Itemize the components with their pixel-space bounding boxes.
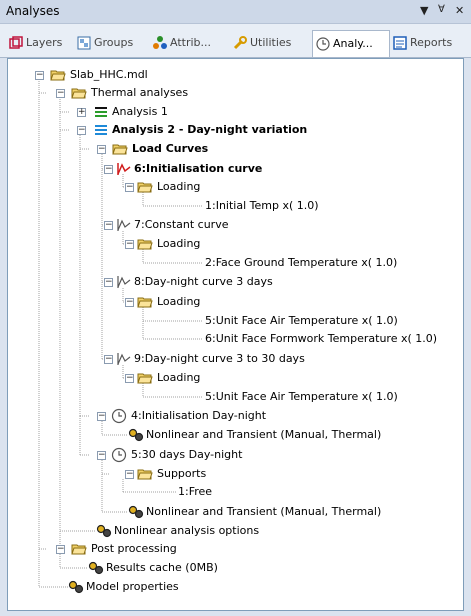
tab-reports-label: Reports	[410, 36, 453, 49]
tab-attributes[interactable]: Attrib...	[150, 32, 230, 54]
collapse-toggle-icon[interactable]: −	[77, 126, 86, 135]
tree-label-loading: Loading	[157, 295, 201, 308]
groups-icon	[77, 36, 91, 50]
collapse-toggle-icon[interactable]: −	[125, 298, 134, 307]
tree-label-nonlinear-options: Nonlinear analysis options	[114, 524, 260, 537]
tree-label-analysis-2: Analysis 2 - Day-night variation	[112, 123, 308, 136]
folder-open-icon	[137, 373, 153, 384]
collapse-toggle-icon[interactable]: −	[125, 470, 134, 479]
curve-icon	[117, 219, 131, 231]
tab-reports[interactable]: Reports	[390, 32, 466, 54]
clock-icon	[111, 447, 127, 463]
folder-open-icon	[71, 544, 87, 555]
tree-label-initial-temp: 1:Initial Temp x( 1.0)	[205, 199, 319, 212]
layers-icon	[9, 36, 23, 49]
tab-analyses-label: Analy...	[333, 37, 373, 50]
gears-icon	[128, 505, 144, 519]
tree-label-loading: Loading	[157, 180, 201, 193]
tree-label-loading: Loading	[157, 371, 201, 384]
utilities-icon	[233, 36, 247, 50]
collapse-toggle-icon[interactable]: −	[104, 221, 113, 230]
tab-analyses[interactable]: Analy...	[312, 30, 390, 57]
tab-utilities-label: Utilities	[250, 36, 292, 49]
collapse-toggle-icon[interactable]: −	[104, 278, 113, 287]
tree-label-results-cache: Results cache (0MB)	[106, 561, 218, 574]
tree-label-thermal-analyses: Thermal analyses	[91, 86, 189, 99]
analyses-icon	[316, 37, 330, 51]
tree-label-post-processing: Post processing	[91, 542, 177, 555]
tree-label-free: 1:Free	[178, 485, 213, 498]
collapse-toggle-icon[interactable]: −	[104, 165, 113, 174]
folder-open-icon	[137, 182, 153, 193]
gears-icon	[88, 561, 104, 575]
attributes-icon	[153, 36, 167, 49]
folder-open-icon	[137, 239, 153, 250]
dropdown-icon[interactable]: ▼	[420, 4, 428, 17]
tree-label-face-air: 5:Unit Face Air Temperature x( 1.0)	[205, 314, 398, 327]
tree-label-curve-6: 6:Initialisation curve	[134, 162, 263, 175]
tab-utilities[interactable]: Utilities	[230, 32, 312, 54]
expand-toggle-icon[interactable]: +	[77, 108, 86, 117]
gears-icon	[96, 524, 112, 538]
tree-label-nonlinear: Nonlinear and Transient (Manual, Thermal…	[146, 505, 382, 518]
tree-label-curve-8: 8:Day-night curve 3 days	[134, 275, 273, 288]
reports-icon	[393, 36, 407, 50]
tab-layers-label: Layers	[26, 36, 63, 49]
analysis-icon	[95, 107, 107, 117]
curve-icon	[117, 353, 131, 365]
tab-strip: Layers Groups Attrib... Utilities Analy.…	[0, 24, 471, 58]
tree-label-nonlinear: Nonlinear and Transient (Manual, Thermal…	[146, 428, 382, 441]
folder-open-icon	[112, 144, 128, 155]
tree-label-curve-9: 9:Day-night curve 3 to 30 days	[134, 352, 305, 365]
tree-label-loading: Loading	[157, 237, 201, 250]
tab-groups[interactable]: Groups	[74, 32, 150, 54]
close-icon[interactable]: ✕	[455, 4, 464, 17]
collapse-toggle-icon[interactable]: −	[125, 374, 134, 383]
clock-icon	[111, 408, 127, 424]
tree-label-load-curves: Load Curves	[132, 142, 209, 155]
tree-label-face-air: 5:Unit Face Air Temperature x( 1.0)	[205, 390, 398, 403]
folder-open-icon	[137, 469, 153, 480]
folder-open-icon	[50, 70, 66, 81]
tree-label-model-properties: Model properties	[86, 580, 179, 593]
collapse-toggle-icon[interactable]: −	[97, 145, 106, 154]
tab-attributes-label: Attrib...	[170, 36, 212, 49]
curve-active-icon	[117, 163, 131, 175]
collapse-toggle-icon[interactable]: −	[35, 71, 44, 80]
tree-label-analysis-1: Analysis 1	[112, 105, 168, 118]
panel-title: Analyses	[6, 4, 60, 18]
collapse-toggle-icon[interactable]: −	[125, 183, 134, 192]
gears-icon	[68, 580, 84, 594]
tree-label-face-ground: 2:Face Ground Temperature x( 1.0)	[205, 256, 398, 269]
collapse-toggle-icon[interactable]: −	[97, 412, 106, 421]
folder-open-icon	[71, 88, 87, 99]
collapse-toggle-icon[interactable]: −	[125, 240, 134, 249]
tree-label-stage-4: 4:Initialisation Day-night	[131, 409, 267, 422]
panel-title-bar: Analyses ▼ ∀ ✕	[0, 0, 471, 24]
tree-label-stage-5: 5:30 days Day-night	[131, 448, 243, 461]
collapse-toggle-icon[interactable]: −	[56, 89, 65, 98]
tab-groups-label: Groups	[94, 36, 134, 49]
tab-layers[interactable]: Layers	[6, 32, 74, 54]
tree-label-curve-7: 7:Constant curve	[134, 218, 229, 231]
collapse-toggle-icon[interactable]: −	[56, 545, 65, 554]
analysis-active-icon	[95, 125, 107, 135]
collapse-toggle-icon[interactable]: −	[104, 355, 113, 364]
folder-open-icon	[137, 297, 153, 308]
tree-label-formwork: 6:Unit Face Formwork Temperature x( 1.0)	[205, 332, 438, 345]
pin-icon[interactable]: ∀	[438, 4, 445, 15]
collapse-toggle-icon[interactable]: −	[97, 451, 106, 460]
curve-icon	[117, 276, 131, 288]
tree-label-root: Slab_HHC.mdl	[70, 68, 148, 81]
tree-label-supports: Supports	[157, 467, 207, 480]
analyses-tree[interactable]: − Slab_HHC.mdl − Thermal analyses + Anal…	[7, 58, 464, 611]
gears-icon	[128, 428, 144, 442]
